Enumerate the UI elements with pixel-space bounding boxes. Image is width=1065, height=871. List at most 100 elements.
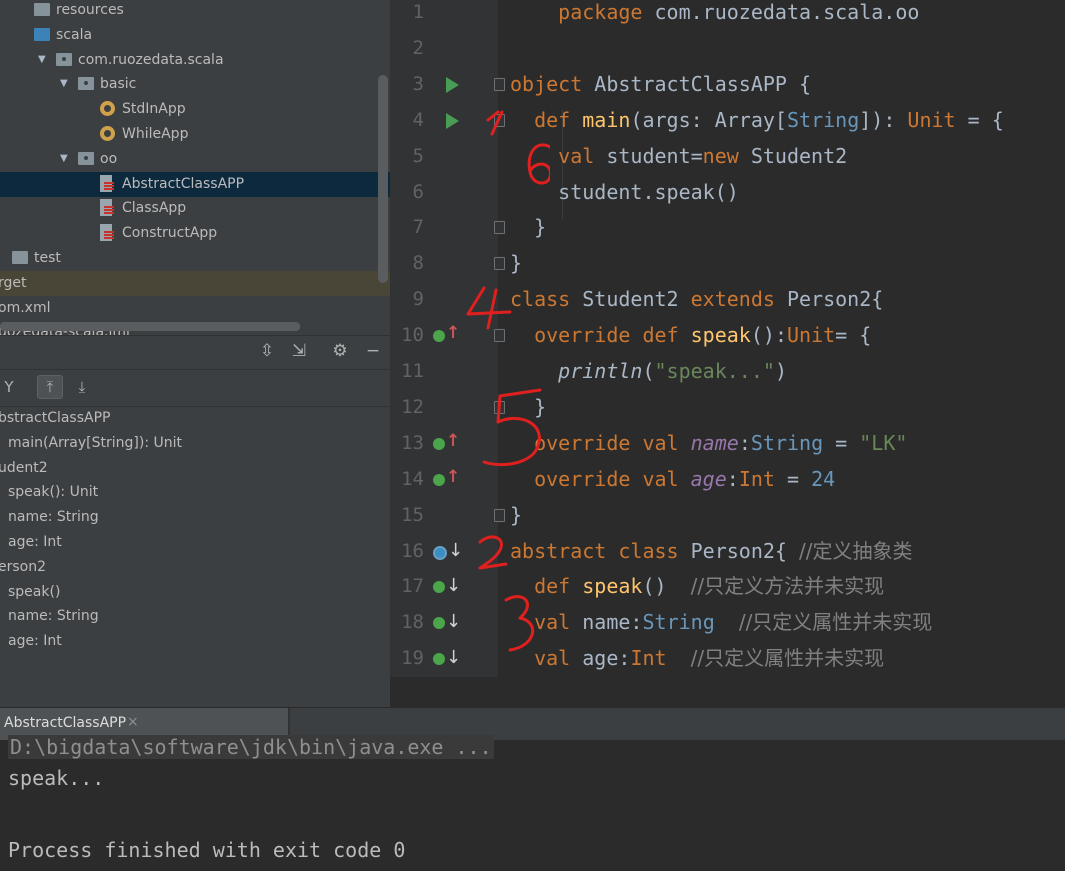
chevron-down-icon[interactable]: ▼ <box>38 48 46 72</box>
structure-member[interactable]: main(Array[String]): Unit <box>0 431 390 456</box>
run-console[interactable]: D:\bigdata\software\jdk\bin\java.exe ...… <box>0 735 1065 871</box>
line-number: 10 <box>401 324 424 347</box>
implemented-icon[interactable] <box>433 575 461 596</box>
tree-item-label: com.ruozedata.scala <box>78 51 224 68</box>
line-number: 18 <box>401 611 424 634</box>
structure-member[interactable]: age: Int <box>0 629 390 654</box>
tree-item-resources[interactable]: resources <box>0 0 390 23</box>
tree-vertical-scrollbar[interactable] <box>378 75 388 283</box>
tree-item-label: oo <box>100 150 118 167</box>
project-tree-panel: resources scala ▼ com.ruozedata.scala ▼ basic… <box>0 0 390 335</box>
structure-member[interactable]: speak() <box>0 580 390 605</box>
gear-icon[interactable]: ⚙ <box>331 342 349 360</box>
autoscroll-icon[interactable]: ⤓ <box>69 375 95 399</box>
structure-toolbar: Y ⤒ ⤓ <box>0 369 390 407</box>
structure-class[interactable]: bstractClassAPP <box>0 406 390 431</box>
sort-icon[interactable]: Y <box>0 375 22 399</box>
chevron-down-icon[interactable]: ▼ <box>60 147 68 171</box>
run-icon[interactable] <box>446 112 459 129</box>
tree-item-label: basic <box>100 76 137 93</box>
structure-item-label: bstractClassAPP <box>0 410 111 426</box>
tree-item-label: resources <box>56 2 124 18</box>
fold-marker-icon[interactable] <box>494 257 505 271</box>
tree-item-scala[interactable]: scala <box>0 23 390 48</box>
tree-item-label: StdInApp <box>122 101 186 118</box>
fold-marker-icon[interactable] <box>494 221 505 235</box>
implemented-icon[interactable] <box>433 647 461 668</box>
package-icon <box>78 151 94 165</box>
tree-item-abstractclassapp[interactable]: AbstractClassAPP <box>0 171 390 197</box>
line-number: 7 <box>412 216 424 239</box>
scala-object-icon <box>100 101 115 117</box>
code-editor[interactable]: 12345678910111213141516171819 package co… <box>390 0 1065 677</box>
console-output-line: speak... <box>8 766 105 790</box>
structure-item-label: name: String <box>8 608 99 625</box>
structure-item-label: speak(): Unit <box>8 484 99 501</box>
code-line: student.speak() <box>510 179 739 204</box>
line-number: 5 <box>412 144 424 167</box>
minimize-icon[interactable]: − <box>364 342 382 360</box>
structure-class[interactable]: erson2 <box>0 555 390 580</box>
tree-horizontal-scrollbar[interactable] <box>0 322 300 331</box>
tree-item-label: ConstructApp <box>122 225 218 242</box>
tree-item-label: AbstractClassAPP <box>122 175 245 192</box>
code-line: class Student2 extends Person2{ <box>510 287 884 312</box>
fold-marker-icon[interactable] <box>494 508 505 522</box>
structure-item-label: speak() <box>8 583 61 600</box>
editor-gutter: 12345678910111213141516171819 <box>390 0 505 677</box>
line-number: 9 <box>412 288 424 311</box>
scala-object-icon <box>100 126 115 141</box>
tree-item-classapp[interactable]: ClassApp <box>0 196 390 221</box>
tree-item-stdinapp[interactable]: StdInApp <box>0 97 390 122</box>
line-number: 4 <box>412 108 424 131</box>
overrides-icon[interactable] <box>433 467 460 487</box>
line-number: 6 <box>412 180 424 203</box>
overrides-icon[interactable] <box>433 323 460 343</box>
tree-item-rget[interactable]: rget <box>0 270 390 296</box>
tree-item-om-xml[interactable]: om.xml <box>0 296 390 321</box>
expand-all-icon[interactable]: ⇳ <box>258 342 276 360</box>
tree-item-com-ruozedata-scala[interactable]: ▼ com.ruozedata.scala <box>0 48 390 73</box>
tree-item-label: ClassApp <box>122 200 187 217</box>
line-number: 12 <box>401 395 424 418</box>
fold-marker-icon[interactable] <box>494 113 505 127</box>
line-number: 19 <box>401 647 424 670</box>
package-icon <box>56 52 72 66</box>
structure-member[interactable]: name: String <box>0 505 390 530</box>
collapse-all-icon[interactable]: ⇲ <box>290 342 308 360</box>
structure-member[interactable]: speak(): Unit <box>0 480 390 505</box>
console-exit-line: Process finished with exit code 0 <box>8 838 406 862</box>
structure-item-label: udent2 <box>0 459 48 476</box>
fold-marker-icon[interactable] <box>494 329 505 343</box>
tree-item-test[interactable]: test <box>0 246 390 271</box>
line-number: 15 <box>401 503 424 526</box>
fold-marker-icon[interactable] <box>494 77 505 91</box>
tree-item-basic[interactable]: ▼ basic <box>0 72 390 97</box>
close-icon[interactable]: × <box>127 714 139 730</box>
structure-header: ⇳ ⇲ ⚙ − <box>0 336 390 369</box>
tree-item-label: test <box>34 250 61 266</box>
code-line: override val name:String = "LK" <box>534 430 908 455</box>
structure-member[interactable]: name: String <box>0 604 390 629</box>
overrides-icon[interactable] <box>433 431 460 451</box>
tree-item-constructapp[interactable]: ConstructApp <box>0 221 390 246</box>
line-number: 8 <box>412 252 424 275</box>
tree-item-label: WhileApp <box>122 126 189 142</box>
show-inherited-icon[interactable]: ⤒ <box>37 375 63 399</box>
code-line: println("speak...") <box>558 359 787 383</box>
run-icon[interactable] <box>446 76 459 93</box>
code-line: def speak() //只定义方法并未实现 <box>534 574 885 599</box>
code-line: object AbstractClassAPP { <box>510 71 812 96</box>
tree-item-whileapp[interactable]: WhileApp <box>0 122 390 147</box>
code-line: package com.ruozedata.scala.oo <box>558 0 920 24</box>
structure-member[interactable]: age: Int <box>0 530 390 555</box>
tree-item-oo[interactable]: ▼ oo <box>0 147 390 172</box>
fold-marker-icon[interactable] <box>494 400 505 414</box>
code-line: val student=new Student2 <box>558 143 848 168</box>
chevron-down-icon[interactable]: ▼ <box>60 72 68 96</box>
implemented-icon[interactable] <box>433 611 461 632</box>
code-line: abstract class Person2{ //定义抽象类 <box>510 538 913 563</box>
has-subclasses-icon[interactable] <box>433 540 463 561</box>
code-line: val name:String //只定义属性并未实现 <box>534 610 933 635</box>
structure-class[interactable]: udent2 <box>0 456 390 481</box>
